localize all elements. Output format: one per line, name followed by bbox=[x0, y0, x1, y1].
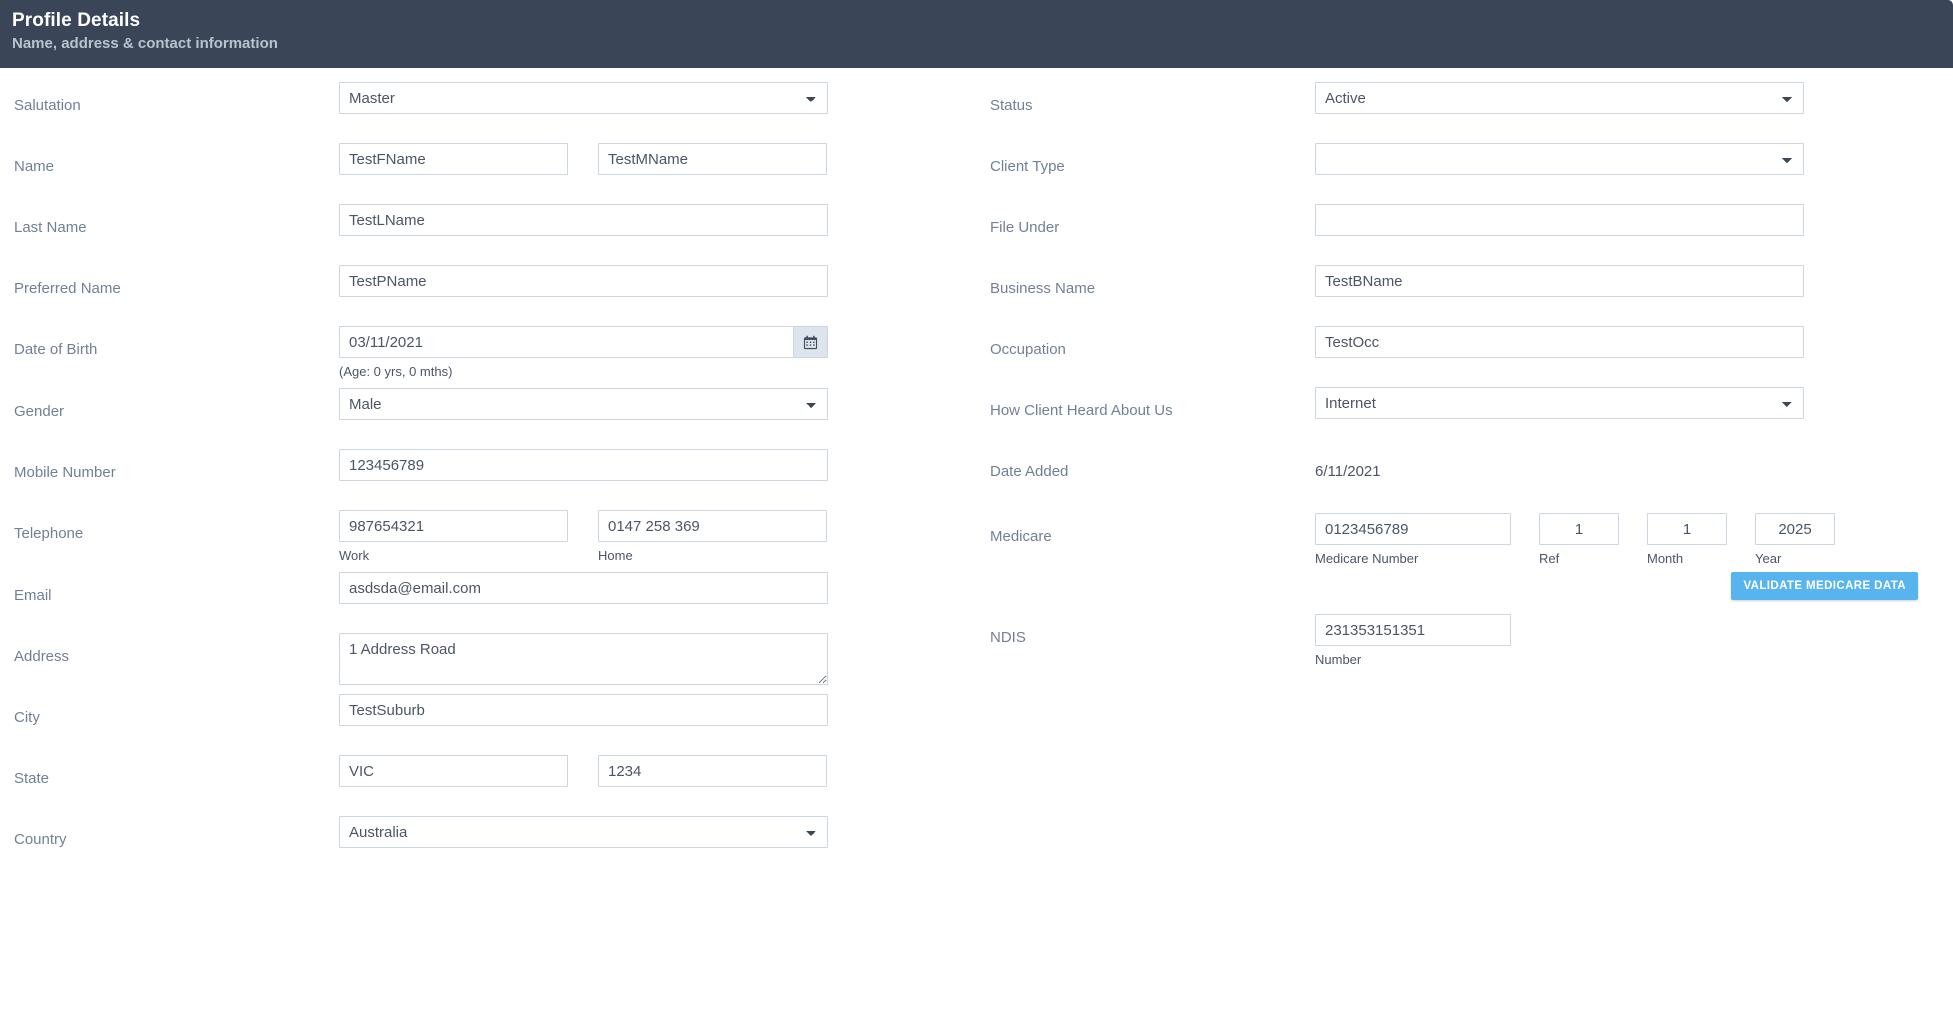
field-state: State bbox=[14, 755, 976, 808]
medicare-month-caption: Month bbox=[1647, 551, 1684, 566]
middle-name-input[interactable] bbox=[598, 143, 827, 175]
label-status: Status bbox=[990, 97, 1033, 114]
age-text: (Age: 0 yrs, 0 mths) bbox=[339, 364, 453, 379]
label-state: State bbox=[14, 770, 50, 787]
label-salutation: Salutation bbox=[14, 97, 81, 114]
label-city: City bbox=[14, 709, 40, 726]
field-how-client-heard: How Client Heard About Us Internet bbox=[990, 387, 1952, 440]
address-textarea[interactable]: 1 Address Road bbox=[339, 633, 828, 685]
country-select[interactable]: Australia bbox=[339, 816, 828, 848]
right-column: Status Active Client Type File Under Bus… bbox=[976, 82, 1952, 877]
field-mobile-number: Mobile Number bbox=[14, 449, 976, 502]
medicare-year-input[interactable] bbox=[1755, 513, 1835, 545]
preferred-name-input[interactable] bbox=[339, 265, 828, 297]
state-input[interactable] bbox=[339, 755, 568, 787]
status-select[interactable]: Active bbox=[1315, 82, 1804, 114]
field-preferred-name: Preferred Name bbox=[14, 265, 976, 318]
telephone-work-caption: Work bbox=[339, 548, 370, 563]
how-client-heard-select[interactable]: Internet bbox=[1315, 387, 1804, 419]
telephone-home-caption: Home bbox=[598, 548, 633, 563]
field-gender: Gender Male bbox=[14, 388, 976, 441]
label-name: Name bbox=[14, 158, 55, 175]
medicare-year-caption: Year bbox=[1755, 551, 1782, 566]
medicare-ref-input[interactable] bbox=[1539, 513, 1619, 545]
label-date-added: Date Added bbox=[990, 463, 1069, 480]
label-date-of-birth: Date of Birth bbox=[14, 341, 98, 358]
validate-medicare-button[interactable]: VALIDATE MEDICARE DATA bbox=[1731, 572, 1918, 600]
label-email: Email bbox=[14, 587, 52, 604]
field-status: Status Active bbox=[990, 82, 1952, 135]
field-date-of-birth: Date of Birth 03/11/2021 (Age: 0 yrs, 0 … bbox=[14, 326, 976, 380]
gender-select[interactable]: Male bbox=[339, 388, 828, 420]
page-header: Profile Details Name, address & contact … bbox=[0, 0, 1953, 68]
profile-form: Salutation Master Name Last Name Pref bbox=[0, 68, 1953, 877]
date-added-value: 6/11/2021 bbox=[1315, 463, 1381, 480]
field-email: Email bbox=[14, 572, 976, 625]
field-date-added: Date Added 6/11/2021 bbox=[990, 448, 1952, 501]
medicare-ref-caption: Ref bbox=[1539, 551, 1560, 566]
page-subtitle: Name, address & contact information bbox=[12, 35, 278, 52]
medicare-month-input[interactable] bbox=[1647, 513, 1727, 545]
field-business-name: Business Name bbox=[990, 265, 1952, 318]
field-medicare: Medicare Medicare Number Ref Month Year bbox=[990, 509, 1952, 600]
field-occupation: Occupation bbox=[990, 326, 1952, 379]
label-mobile-number: Mobile Number bbox=[14, 464, 116, 481]
salutation-select[interactable]: Master bbox=[339, 82, 828, 114]
city-input[interactable] bbox=[339, 694, 828, 726]
email-input[interactable] bbox=[339, 572, 828, 604]
postcode-input[interactable] bbox=[598, 755, 827, 787]
medicare-number-input[interactable] bbox=[1315, 513, 1511, 545]
medicare-number-caption: Medicare Number bbox=[1315, 551, 1419, 566]
telephone-work-input[interactable] bbox=[339, 510, 568, 542]
field-city: City bbox=[14, 694, 976, 747]
label-medicare: Medicare bbox=[990, 528, 1052, 545]
field-name: Name bbox=[14, 143, 976, 196]
mobile-number-input[interactable] bbox=[339, 449, 828, 481]
file-under-input[interactable] bbox=[1315, 204, 1804, 236]
calendar-icon[interactable] bbox=[793, 326, 828, 358]
label-how-client-heard: How Client Heard About Us bbox=[990, 402, 1173, 419]
label-telephone: Telephone bbox=[14, 525, 84, 542]
label-gender: Gender bbox=[14, 403, 65, 420]
label-preferred-name: Preferred Name bbox=[14, 280, 121, 297]
label-ndis: NDIS bbox=[990, 629, 1026, 646]
ndis-number-input[interactable] bbox=[1315, 614, 1511, 646]
field-address: Address 1 Address Road bbox=[14, 633, 976, 686]
calendar-glyph bbox=[803, 335, 818, 349]
label-address: Address bbox=[14, 648, 70, 665]
business-name-input[interactable] bbox=[1315, 265, 1804, 297]
first-name-input[interactable] bbox=[339, 143, 568, 175]
label-occupation: Occupation bbox=[990, 341, 1066, 358]
client-type-select[interactable] bbox=[1315, 143, 1804, 175]
label-last-name: Last Name bbox=[14, 219, 87, 236]
field-salutation: Salutation Master bbox=[14, 82, 976, 135]
field-client-type: Client Type bbox=[990, 143, 1952, 196]
field-last-name: Last Name bbox=[14, 204, 976, 257]
last-name-input[interactable] bbox=[339, 204, 828, 236]
date-of-birth-input[interactable] bbox=[339, 326, 793, 358]
date-of-birth-group bbox=[339, 326, 828, 358]
field-country: Country Australia bbox=[14, 816, 976, 869]
telephone-home-input[interactable] bbox=[598, 510, 827, 542]
field-file-under: File Under bbox=[990, 204, 1952, 257]
label-file-under: File Under bbox=[990, 219, 1060, 236]
field-telephone: Telephone Work Home bbox=[14, 510, 976, 564]
label-business-name: Business Name bbox=[990, 280, 1096, 297]
ndis-number-caption: Number bbox=[1315, 652, 1362, 667]
field-ndis: NDIS Number bbox=[990, 614, 1952, 668]
page-title: Profile Details bbox=[12, 10, 141, 31]
left-column: Salutation Master Name Last Name Pref bbox=[0, 82, 976, 877]
label-client-type: Client Type bbox=[990, 158, 1065, 175]
label-country: Country bbox=[14, 831, 67, 848]
occupation-input[interactable] bbox=[1315, 326, 1804, 358]
